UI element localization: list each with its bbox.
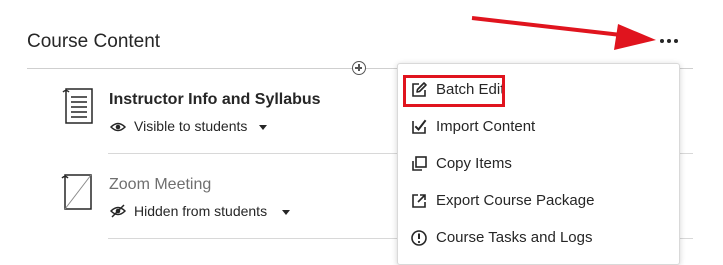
add-content-button[interactable] [352,61,366,75]
item-title[interactable]: Zoom Meeting [109,176,211,194]
syllabus-document-icon [62,86,96,126]
eye-icon [109,120,127,134]
chevron-down-icon [259,125,267,130]
menu-item-label: Export Course Package [436,192,595,209]
menu-item-export-course-package[interactable]: Export Course Package [398,183,679,219]
menu-item-label: Import Content [436,118,536,135]
chevron-down-icon [282,210,290,215]
menu-item-label: Copy Items [436,155,512,172]
highlight-box [403,75,505,107]
more-options-button[interactable] [659,34,681,48]
eye-slash-icon [109,204,127,218]
course-content-menu: Batch Edit Import Content Copy Items Exp… [397,63,680,265]
blank-document-icon [60,172,94,212]
item-title[interactable]: Instructor Info and Syllabus [109,91,321,109]
page-title: Course Content [27,31,161,52]
menu-item-batch-edit[interactable]: Batch Edit [398,72,679,108]
import-checkbox-icon [410,118,428,136]
menu-item-copy-items[interactable]: Copy Items [398,146,679,182]
copy-icon [410,155,428,173]
annotation-arrow [471,16,656,50]
visibility-dropdown[interactable]: Hidden from students [134,203,267,219]
visibility-dropdown[interactable]: Visible to students [134,118,247,134]
menu-item-course-tasks-logs[interactable]: Course Tasks and Logs [398,220,679,256]
menu-item-label: Course Tasks and Logs [436,229,593,246]
export-icon [410,192,428,210]
menu-item-import-content[interactable]: Import Content [398,109,679,145]
info-alert-icon [410,229,428,247]
